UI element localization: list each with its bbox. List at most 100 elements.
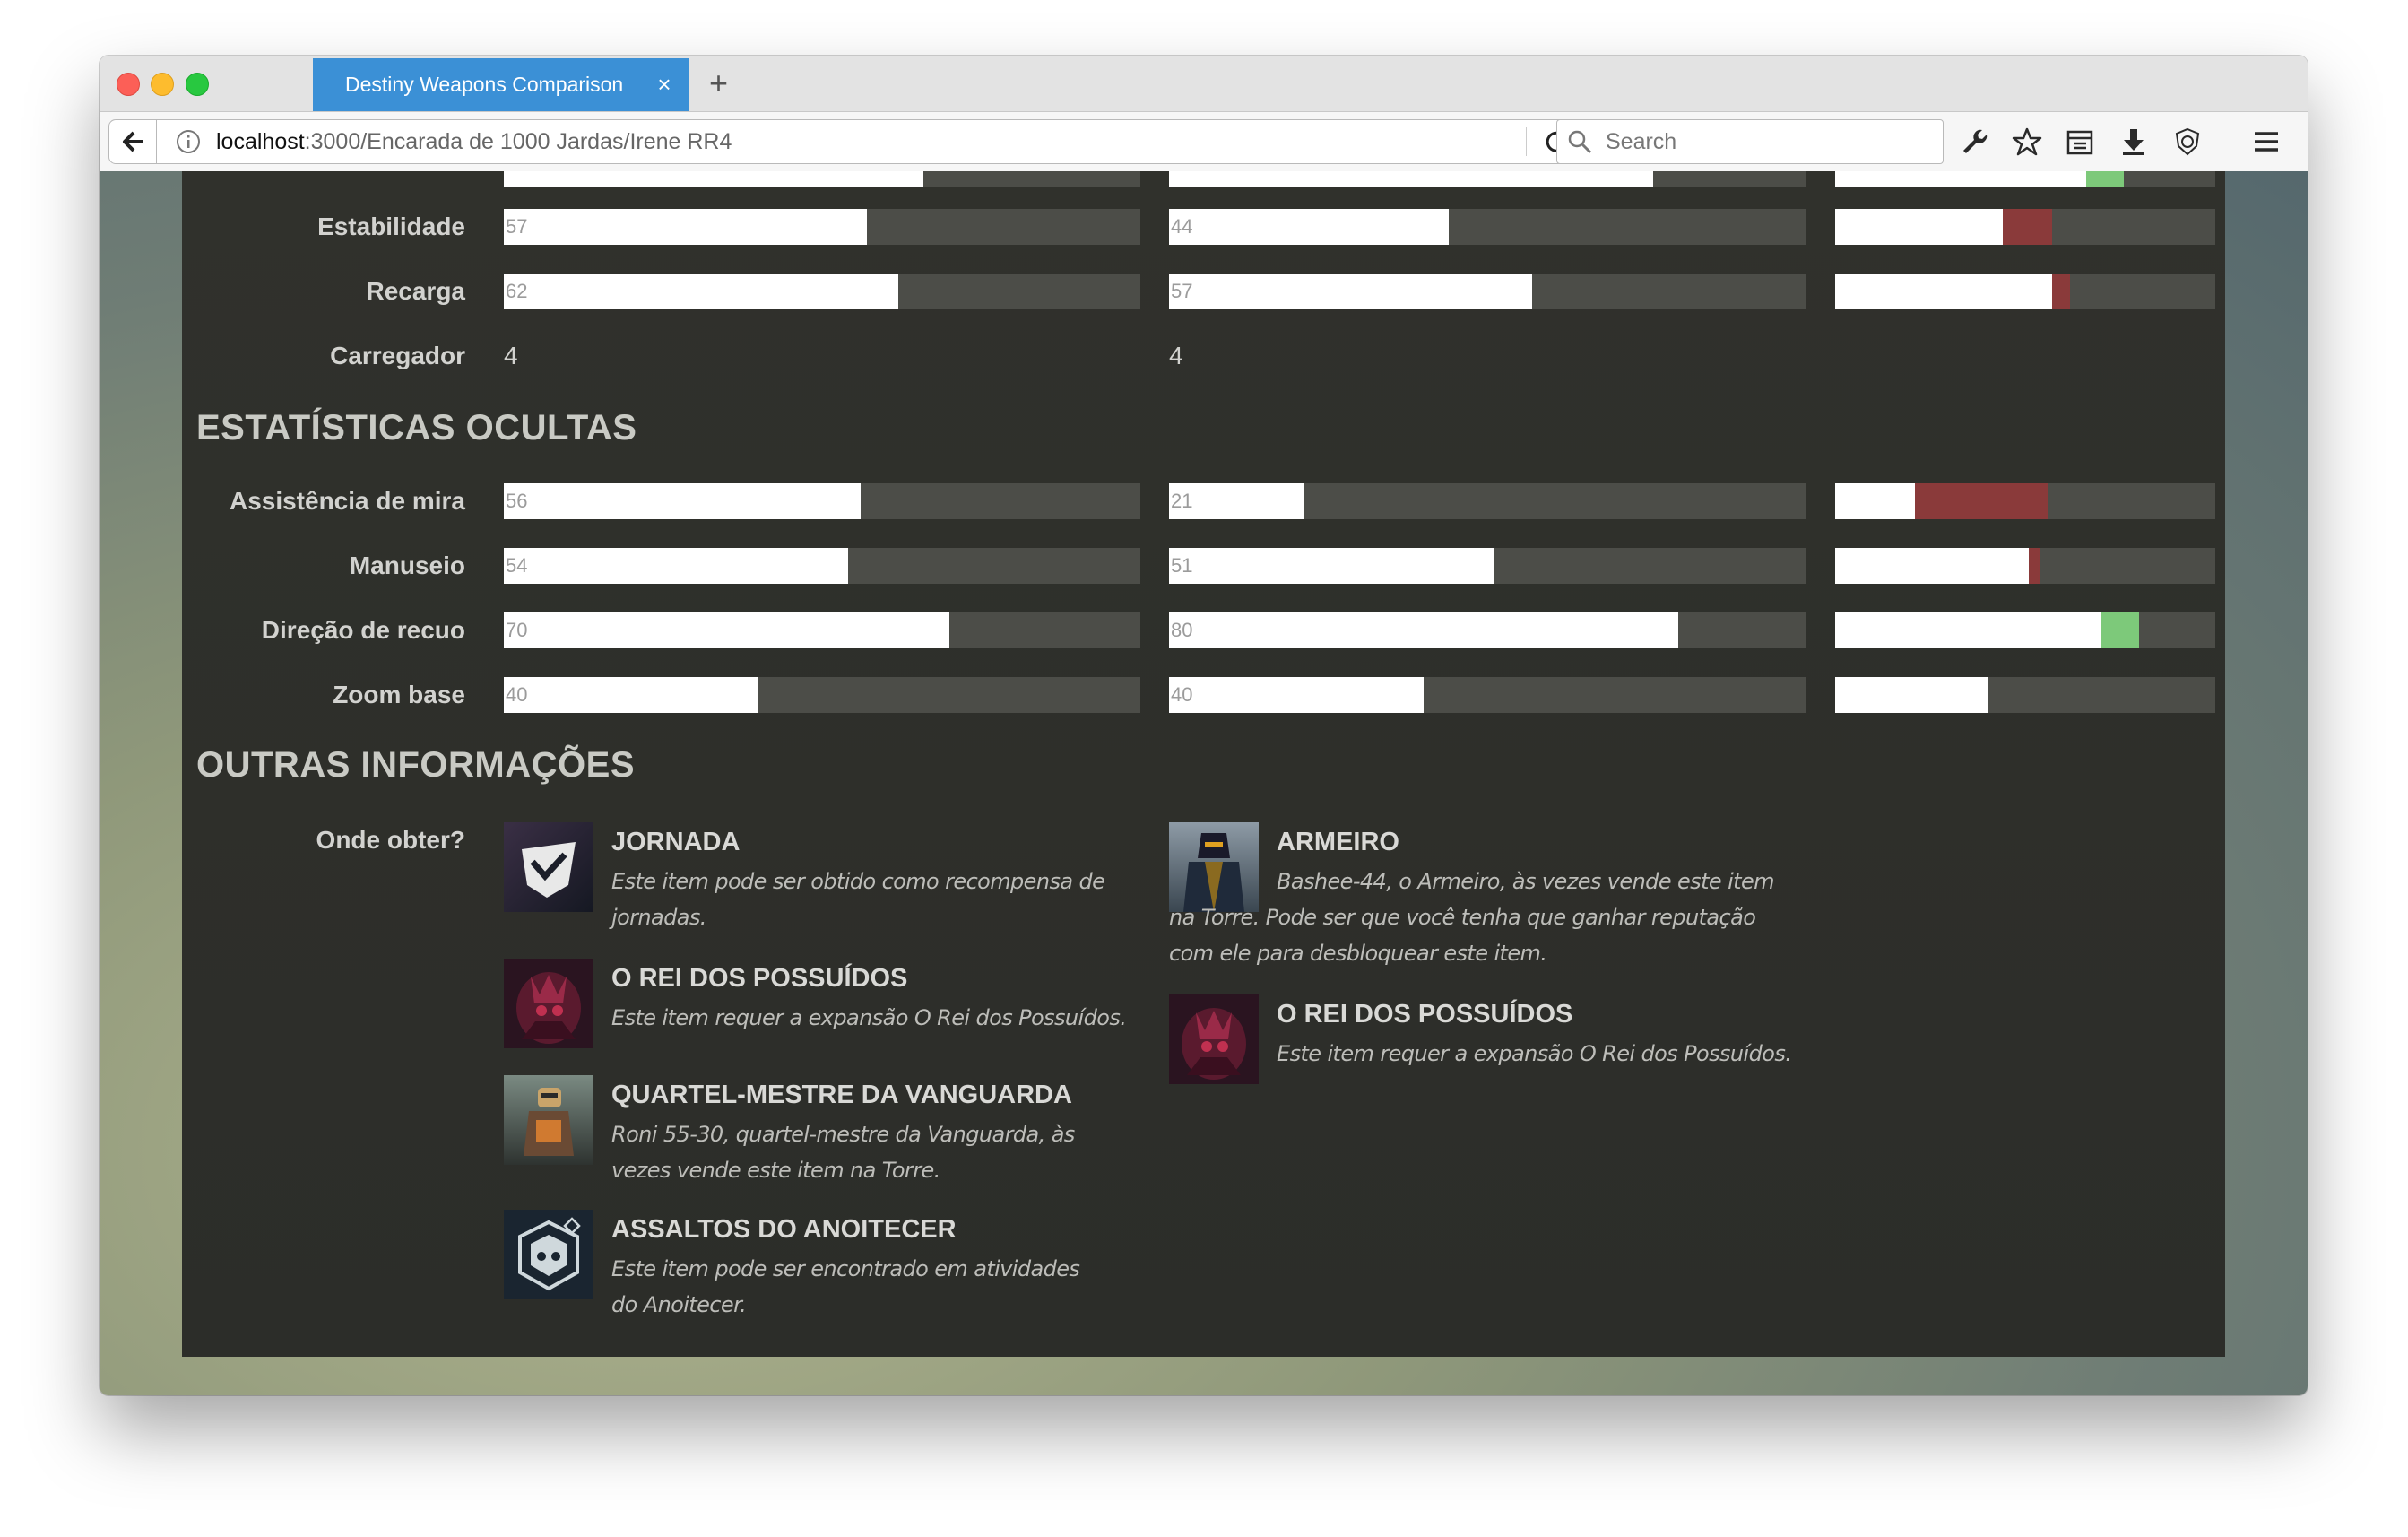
compare-base [1835, 274, 2052, 309]
compare-bar-zoom [1835, 677, 2215, 713]
bar-fill [504, 677, 758, 713]
stat-value: 40 [1171, 683, 1193, 706]
search-input[interactable] [1604, 127, 1930, 156]
search-bar[interactable] [1556, 119, 1944, 164]
stat-value: 80 [1171, 619, 1193, 641]
stat-label-reload: Recarga [366, 277, 465, 305]
stat-bar-a [504, 171, 1140, 187]
stat-label-stability: Estabilidade [317, 213, 465, 240]
section-title-other-info: OUTRAS INFORMAÇÕES [196, 745, 635, 785]
browser-window: Destiny Weapons Comparison × + localhost… [100, 56, 2308, 1395]
comparison-panel: Estabilidade 57 44 Recarga 62 57 Carrega… [182, 171, 2225, 1357]
bar-fill [504, 612, 949, 648]
compare-base [1835, 483, 1915, 519]
compare-bar [1835, 171, 2215, 187]
bar-fill [504, 483, 861, 519]
stat-value: 51 [1171, 554, 1193, 577]
stat-value: 57 [1171, 280, 1193, 302]
stat-bar-zoom-a: 40 [504, 677, 1140, 713]
tab-close-button[interactable]: × [646, 71, 682, 99]
stat-label-zoom: Zoom base [333, 681, 465, 708]
source-item: QUARTEL-MESTRE DA VANGUARDA Roni 55-30, … [504, 1075, 1131, 1201]
source-item: ASSALTOS DO ANOITECER Este item pode ser… [504, 1210, 1131, 1335]
bar-fill [504, 274, 898, 309]
compare-base [1835, 612, 2101, 648]
compare-base [1835, 548, 2029, 584]
stat-bar-aim-assist-a: 56 [504, 483, 1140, 519]
bar-fill [1169, 612, 1678, 648]
source-description: Este item requer a expansão O Rei dos Po… [1277, 1041, 1792, 1066]
back-arrow-icon [123, 131, 143, 152]
stat-bar-recoil-a: 70 [504, 612, 1140, 648]
source-title: ARMEIRO [1277, 828, 1399, 856]
compare-worse [2003, 209, 2052, 245]
stat-value: 56 [506, 490, 528, 512]
tab-active[interactable]: Destiny Weapons Comparison × [313, 58, 689, 111]
stat-value: 44 [1171, 215, 1193, 238]
compare-base [1835, 171, 2086, 187]
source-item: O REI DOS POSSUÍDOS Este item requer a e… [504, 959, 1131, 1057]
stat-bar-reload-a: 62 [504, 274, 1140, 309]
compare-better [2086, 171, 2124, 187]
extension-shield-icon[interactable] [2172, 126, 2203, 157]
compare-worse [2029, 548, 2040, 584]
source-description: Este item pode ser encontrado em ativida… [611, 1256, 1080, 1317]
source-title: O REI DOS POSSUÍDOS [1277, 1000, 1573, 1029]
section-title-hidden-stats: ESTATÍSTICAS OCULTAS [196, 408, 637, 447]
url-text[interactable]: localhost:3000/Encarada de 1000 Jardas/I… [216, 129, 732, 155]
stat-label-recoil-direction: Direção de recuo [261, 616, 465, 644]
tab-title: Destiny Weapons Comparison [345, 73, 624, 96]
bar-fill [504, 548, 848, 584]
bar-fill [1169, 548, 1494, 584]
source-title: JORNADA [611, 828, 741, 856]
stat-bar-recoil-b: 80 [1169, 612, 1806, 648]
library-icon[interactable] [2065, 126, 2095, 157]
stat-bar-stability-b: 44 [1169, 209, 1806, 245]
stat-value: 21 [1171, 490, 1193, 512]
new-tab-button[interactable]: + [709, 65, 728, 102]
wrench-icon[interactable] [1959, 126, 1989, 157]
stat-bar-handling-a: 54 [504, 548, 1140, 584]
bookmark-star-icon[interactable] [2012, 126, 2042, 157]
compare-bar-aim-assist [1835, 483, 2215, 519]
stat-label-magazine: Carregador [330, 342, 465, 369]
taken-king-icon [1169, 994, 1259, 1084]
back-button[interactable] [108, 119, 157, 164]
stat-value: 57 [506, 215, 528, 238]
stat-value: 40 [506, 683, 528, 706]
stat-value-magazine-b: 4 [1169, 342, 1183, 369]
compare-better [2101, 612, 2139, 648]
zoom-window-button[interactable] [186, 73, 209, 96]
source-description: Este item pode ser obtido como recompens… [611, 869, 1105, 930]
stat-bar-zoom-b: 40 [1169, 677, 1806, 713]
where-to-get-label: Onde obter? [316, 826, 465, 854]
info-icon[interactable] [175, 128, 202, 155]
source-description: Este item requer a expansão O Rei dos Po… [611, 1005, 1127, 1030]
stat-value: 54 [506, 554, 528, 577]
source-title: QUARTEL-MESTRE DA VANGUARDA [611, 1081, 1072, 1109]
source-item: ARMEIRO Bashee-44, o Armeiro, às vezes v… [1169, 822, 1797, 984]
menu-icon[interactable] [2251, 126, 2282, 157]
minimize-window-button[interactable] [151, 73, 174, 96]
stat-bar-b [1169, 171, 1806, 187]
url-separator [1526, 127, 1527, 156]
url-host: localhost [216, 128, 305, 154]
stat-bar-reload-b: 57 [1169, 274, 1806, 309]
url-path: :3000/Encarada de 1000 Jardas/Irene RR4 [304, 128, 732, 154]
stat-value: 62 [506, 280, 528, 302]
bar-fill [1169, 171, 1653, 187]
bar-fill [1169, 677, 1424, 713]
source-title: O REI DOS POSSUÍDOS [611, 964, 908, 993]
close-window-button[interactable] [117, 73, 140, 96]
bar-fill [504, 171, 923, 187]
stat-value-magazine-a: 4 [504, 342, 518, 369]
url-bar[interactable]: localhost:3000/Encarada de 1000 Jardas/I… [157, 119, 1583, 164]
stat-label-aim-assist: Assistência de mira [229, 487, 465, 515]
bar-fill [1169, 274, 1532, 309]
bounty-icon [504, 822, 593, 912]
source-item: O REI DOS POSSUÍDOS Este item requer a e… [1169, 994, 1797, 1093]
nightfall-icon [504, 1210, 593, 1299]
compare-base [1835, 209, 2003, 245]
download-icon[interactable] [2118, 126, 2149, 157]
taken-king-icon [504, 959, 593, 1048]
